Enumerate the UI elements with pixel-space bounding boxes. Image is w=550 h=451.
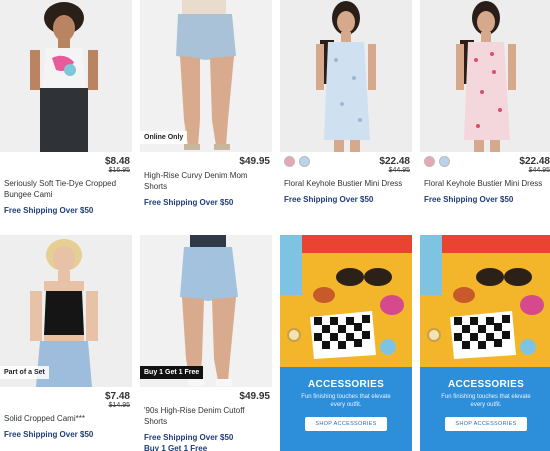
product-name[interactable]: Solid Cropped Cami*** [0,413,132,424]
shipping-text: Free Shipping Over $50 [4,206,94,215]
product-price: $22.48 [519,156,550,167]
shop-accessories-button[interactable]: SHOP ACCESSORIES [305,417,387,431]
product-price: $8.48 [104,156,130,167]
product-price: $22.48 [379,156,410,167]
color-swatch-pink[interactable] [424,156,435,167]
shipping-text: Free Shipping Over $50 [424,195,514,204]
original-price: $44.95 [528,167,550,174]
shipping-text: Free Shipping Over $50 [144,433,234,442]
promo-panel: ACCESSORIES Fun finishing touches that e… [280,367,412,451]
promo-subtitle: Fun finishing touches that elevate every… [441,394,531,408]
original-price: $14.95 [108,402,130,409]
promo-title: ACCESSORIES [307,379,385,390]
product-image[interactable] [280,0,412,152]
product-image[interactable]: Online Only [140,0,272,152]
promo-panel: ACCESSORIES Fun finishing touches that e… [420,367,550,451]
online-only-badge: Online Only [140,131,188,144]
product-name[interactable]: Floral Keyhole Bustier Mini Dress [420,178,550,189]
promo-subtitle: Fun finishing touches that elevate every… [301,394,391,408]
original-price: $16.95 [108,167,130,174]
shipping-text: Free Shipping Over $50 [4,430,94,439]
product-price: $49.95 [239,156,270,167]
color-swatch-blue[interactable] [299,156,310,167]
set-badge: Part of a Set [0,366,49,379]
product-card[interactable]: Online Only $49.95 High-Rise Curvy Denim… [140,0,272,208]
product-name[interactable]: Floral Keyhole Bustier Mini Dress [280,178,412,189]
shop-accessories-button[interactable]: SHOP ACCESSORIES [445,417,527,431]
promo-title: ACCESSORIES [447,379,525,390]
product-image[interactable]: Buy 1 Get 1 Free [140,235,272,387]
promo-image [420,235,550,367]
accessories-promo[interactable]: ACCESSORIES Fun finishing touches that e… [280,235,412,451]
product-name[interactable]: Seriously Soft Tie-Dye Cropped Bungee Ca… [0,178,132,200]
product-name[interactable]: High-Rise Curvy Denim Mom Shorts [140,170,272,192]
product-card[interactable]: $22.48 $44.95 Floral Keyhole Bustier Min… [420,0,550,205]
product-card[interactable]: $8.48 $16.95 Seriously Soft Tie-Dye Crop… [0,0,132,216]
product-price: $49.95 [239,391,270,402]
promo-image [280,235,412,367]
product-price: $7.48 [104,391,130,402]
product-image[interactable] [420,0,550,152]
product-card[interactable]: Part of a Set $7.48 $14.95 Solid Cropped… [0,235,132,440]
shipping-text: Free Shipping Over $50 [284,195,374,204]
shipping-text: Free Shipping Over $50 [144,198,234,207]
product-name[interactable]: '90s High-Rise Denim Cutoff Shorts [140,405,272,427]
color-swatch-pink[interactable] [284,156,295,167]
product-image[interactable]: Part of a Set [0,235,132,387]
product-card[interactable]: $22.48 $44.95 Floral Keyhole Bustier Min… [280,0,412,205]
offer-text: Buy 1 Get 1 Free [144,444,208,451]
color-swatch-blue[interactable] [439,156,450,167]
accessories-promo[interactable]: ACCESSORIES Fun finishing touches that e… [420,235,550,451]
product-card[interactable]: Buy 1 Get 1 Free $49.95 '90s High-Rise D… [140,235,272,451]
original-price: $44.95 [388,167,410,174]
product-image[interactable] [0,0,132,152]
promo-badge: Buy 1 Get 1 Free [140,366,204,379]
